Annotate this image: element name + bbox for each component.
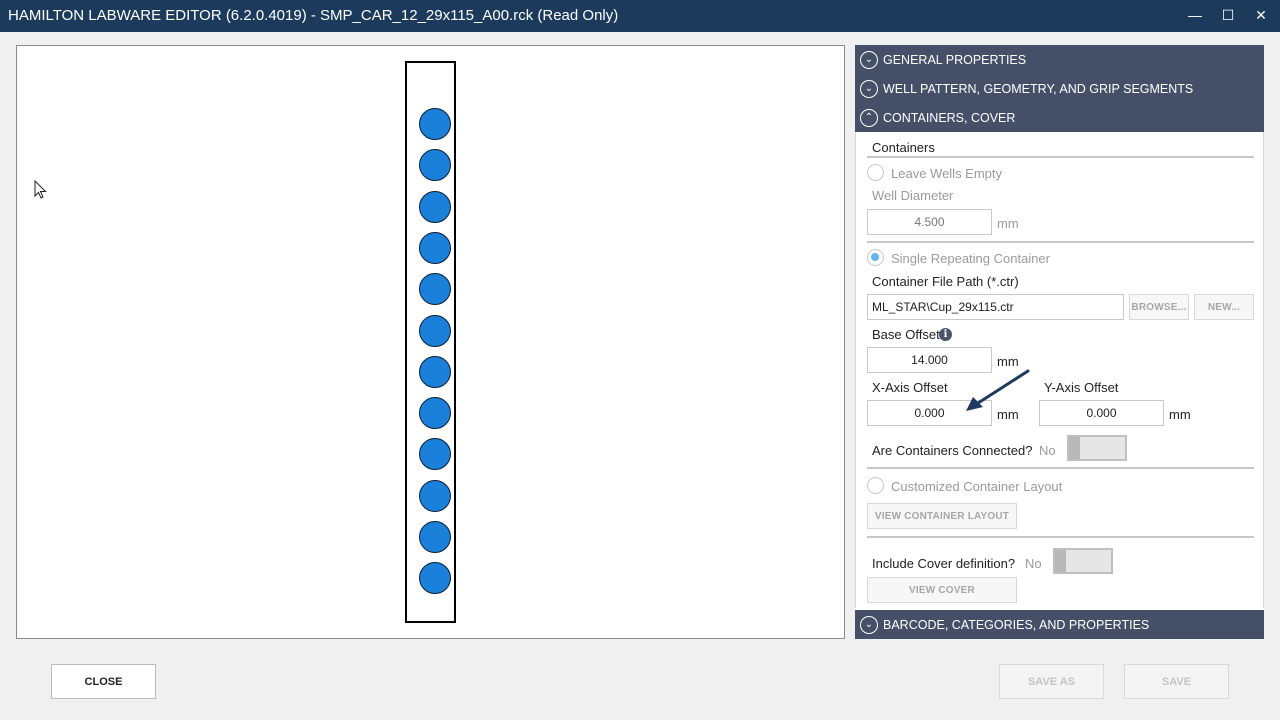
divider — [867, 241, 1254, 243]
include-cover-label: Include Cover definition? — [872, 556, 1016, 571]
well-diameter-input[interactable] — [867, 209, 992, 235]
well[interactable] — [419, 355, 451, 388]
property-panel: ⌄ GENERAL PROPERTIES ⌄ WELL PATTERN, GEO… — [855, 45, 1264, 639]
containers-cover-content: Containers Leave Wells Empty Well Diamet… — [855, 132, 1264, 608]
well[interactable] — [419, 397, 451, 430]
containers-connected-toggle[interactable] — [1067, 435, 1127, 461]
leave-wells-empty-radio[interactable] — [867, 164, 884, 181]
customized-container-layout-label: Customized Container Layout — [891, 479, 1063, 494]
well[interactable] — [419, 314, 451, 347]
single-repeating-container-radio[interactable] — [867, 249, 884, 266]
section-containers-cover[interactable]: ⌃ CONTAINERS, COVER — [855, 103, 1264, 132]
window-title: HAMILTON LABWARE EDITOR (6.2.0.4019) - S… — [8, 7, 619, 24]
window-close-button[interactable]: ✕ — [1244, 0, 1278, 30]
save-button[interactable]: SAVE — [1124, 664, 1229, 699]
well[interactable] — [419, 108, 451, 140]
rack-outline — [405, 61, 456, 623]
close-icon: ✕ — [1255, 6, 1267, 23]
container-file-path-label: Container File Path (*.ctr) — [872, 274, 1019, 289]
well[interactable] — [419, 190, 451, 223]
well[interactable] — [419, 521, 451, 553]
well-diameter-label: Well Diameter — [872, 188, 954, 203]
x-axis-offset-label: X-Axis Offset — [872, 380, 948, 395]
minimize-icon: — — [1188, 7, 1202, 23]
annotation-arrow-icon — [966, 369, 1030, 411]
view-container-layout-button[interactable]: VIEW CONTAINER LAYOUT — [867, 503, 1017, 529]
minimize-button[interactable]: — — [1178, 0, 1212, 30]
well[interactable] — [419, 231, 451, 264]
well[interactable] — [419, 149, 451, 182]
browse-button[interactable]: BROWSE... — [1129, 294, 1189, 320]
divider — [867, 536, 1254, 538]
single-repeating-container-label: Single Repeating Container — [891, 251, 1050, 266]
save-as-button[interactable]: SAVE AS — [999, 664, 1104, 699]
chevron-down-icon: ⌄ — [860, 79, 878, 98]
title-bar: HAMILTON LABWARE EDITOR (6.2.0.4019) - S… — [0, 0, 1280, 32]
section-label: CONTAINERS, COVER — [883, 110, 1016, 125]
well[interactable] — [419, 479, 451, 512]
include-cover-value: No — [1025, 556, 1042, 571]
include-cover-toggle[interactable] — [1053, 548, 1113, 574]
new-container-button[interactable]: NEW... — [1194, 294, 1254, 320]
customized-container-layout-radio[interactable] — [867, 477, 884, 494]
well-diameter-unit: mm — [997, 216, 1019, 231]
divider — [867, 156, 1254, 158]
well[interactable] — [419, 273, 451, 306]
base-offset-label: Base Offset — [872, 327, 940, 342]
mouse-cursor-icon — [34, 180, 47, 199]
maximize-icon: ☐ — [1221, 6, 1235, 23]
well[interactable] — [419, 562, 451, 595]
divider — [867, 467, 1254, 469]
labware-preview-canvas[interactable] — [16, 45, 845, 639]
info-icon[interactable]: i — [939, 328, 952, 341]
section-general-properties[interactable]: ⌄ GENERAL PROPERTIES — [855, 45, 1264, 74]
y-axis-offset-input[interactable] — [1039, 400, 1164, 426]
close-button[interactable]: CLOSE — [51, 664, 156, 699]
chevron-up-icon: ⌃ — [860, 108, 878, 127]
section-label: GENERAL PROPERTIES — [883, 52, 1027, 67]
well[interactable] — [419, 438, 451, 471]
leave-wells-empty-label: Leave Wells Empty — [891, 166, 1003, 181]
section-well-pattern[interactable]: ⌄ WELL PATTERN, GEOMETRY, AND GRIP SEGME… — [855, 74, 1264, 103]
y-axis-offset-label: Y-Axis Offset — [1044, 380, 1119, 395]
chevron-down-icon: ⌄ — [860, 615, 878, 634]
toggle-knob — [1069, 437, 1080, 459]
containers-connected-value: No — [1039, 443, 1056, 458]
containers-connected-label: Are Containers Connected? — [872, 443, 1033, 458]
section-barcode-categories[interactable]: ⌄ BARCODE, CATEGORIES, AND PROPERTIES — [855, 610, 1264, 639]
container-file-path-input[interactable] — [867, 294, 1124, 320]
maximize-button[interactable]: ☐ — [1211, 0, 1245, 30]
toggle-knob — [1055, 550, 1066, 572]
section-label: WELL PATTERN, GEOMETRY, AND GRIP SEGMENT… — [883, 81, 1194, 96]
y-axis-offset-unit: mm — [1169, 407, 1191, 422]
chevron-down-icon: ⌄ — [860, 50, 878, 69]
section-label: BARCODE, CATEGORIES, AND PROPERTIES — [883, 617, 1150, 632]
view-cover-button[interactable]: VIEW COVER — [867, 577, 1017, 603]
containers-heading: Containers — [872, 140, 935, 155]
